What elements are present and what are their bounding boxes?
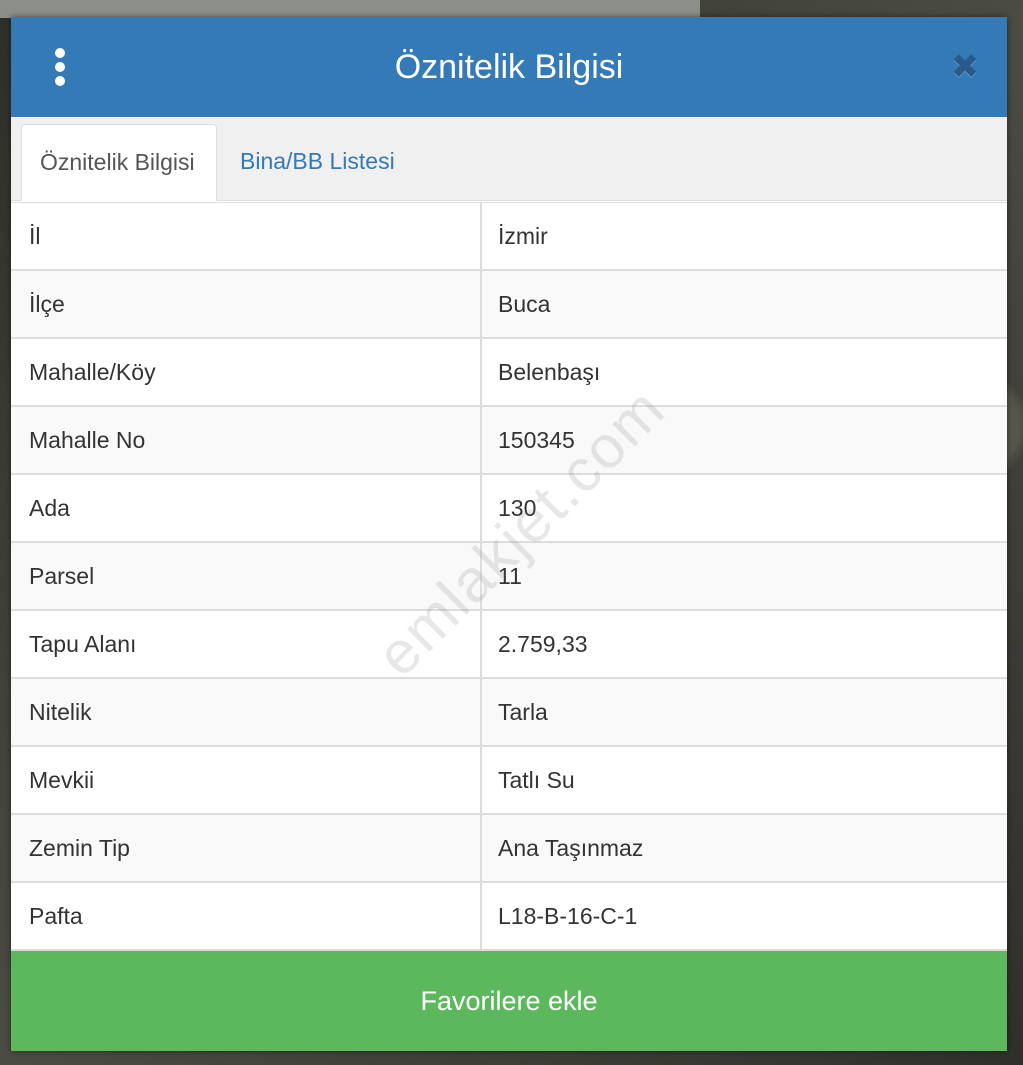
table-row: Mevkii Tatlı Su xyxy=(11,747,1007,815)
table-row: Nitelik Tarla xyxy=(11,679,1007,747)
table-row: Pafta L18-B-16-C-1 xyxy=(11,883,1007,951)
table-row: Tapu Alanı 2.759,33 xyxy=(11,611,1007,679)
dialog-title: Öznitelik Bilgisi xyxy=(394,48,624,86)
attribute-key: Parsel xyxy=(29,563,95,589)
attribute-key: Mahalle No xyxy=(29,427,146,453)
menu-dot xyxy=(55,62,65,72)
tab-attribute-info[interactable]: Öznitelik Bilgisi xyxy=(21,124,217,201)
attribute-key: İlçe xyxy=(29,291,65,317)
attribute-value: 2.759,33 xyxy=(498,631,588,657)
column-divider xyxy=(480,203,482,269)
kebab-menu-icon[interactable] xyxy=(43,45,77,89)
column-divider xyxy=(480,679,482,745)
attribute-value: L18-B-16-C-1 xyxy=(498,903,638,929)
attribute-key: Mevkii xyxy=(29,767,95,793)
close-icon[interactable]: ✖ xyxy=(945,47,985,87)
table-row: Ada 130 xyxy=(11,475,1007,543)
attribute-key: Pafta xyxy=(29,903,83,929)
table-row: İlçe Buca xyxy=(11,271,1007,339)
column-divider xyxy=(480,271,482,337)
attribute-value: Ana Taşınmaz xyxy=(498,835,644,861)
attribute-key: Zemin Tip xyxy=(29,835,130,861)
tab-bar: Öznitelik Bilgisi Bina/BB Listesi xyxy=(11,117,1007,201)
attribute-key: Tapu Alanı xyxy=(29,631,137,657)
table-row: İl İzmir xyxy=(11,203,1007,271)
menu-dot xyxy=(55,76,65,86)
attribute-value: 150345 xyxy=(498,427,575,453)
background-map-strip xyxy=(0,0,700,18)
column-divider xyxy=(480,475,482,541)
attribute-value: Tatlı Su xyxy=(498,767,575,793)
attribute-key: Nitelik xyxy=(29,699,92,725)
attribute-key: Mahalle/Köy xyxy=(29,359,156,385)
column-divider xyxy=(480,543,482,609)
column-divider xyxy=(480,611,482,677)
table-row: Mahalle No 150345 xyxy=(11,407,1007,475)
table-row: Mahalle/Köy Belenbaşı xyxy=(11,339,1007,407)
attribute-value: 130 xyxy=(498,495,537,521)
add-to-favorites-button[interactable]: Favorilere ekle xyxy=(11,951,1007,1051)
attribute-table: İl İzmir İlçe Buca Mahalle/Köy Belenbaşı… xyxy=(11,202,1007,951)
tab-building-list[interactable]: Bina/BB Listesi xyxy=(222,124,413,201)
attribute-value: Belenbaşı xyxy=(498,359,601,385)
table-row: Zemin Tip Ana Taşınmaz xyxy=(11,815,1007,883)
attribute-value: Buca xyxy=(498,291,551,317)
attribute-value: İzmir xyxy=(498,223,548,249)
attribute-info-dialog: Öznitelik Bilgisi ✖ Öznitelik Bilgisi Bi… xyxy=(11,17,1007,1051)
column-divider xyxy=(480,747,482,813)
attribute-key: İl xyxy=(29,223,41,249)
table-row: Parsel 11 xyxy=(11,543,1007,611)
column-divider xyxy=(480,815,482,881)
attribute-value: Tarla xyxy=(498,699,548,725)
dialog-header: Öznitelik Bilgisi ✖ xyxy=(11,17,1007,117)
column-divider xyxy=(480,407,482,473)
column-divider xyxy=(480,339,482,405)
attribute-value: 11 xyxy=(498,563,522,589)
attribute-key: Ada xyxy=(29,495,70,521)
column-divider xyxy=(480,883,482,949)
menu-dot xyxy=(55,48,65,58)
